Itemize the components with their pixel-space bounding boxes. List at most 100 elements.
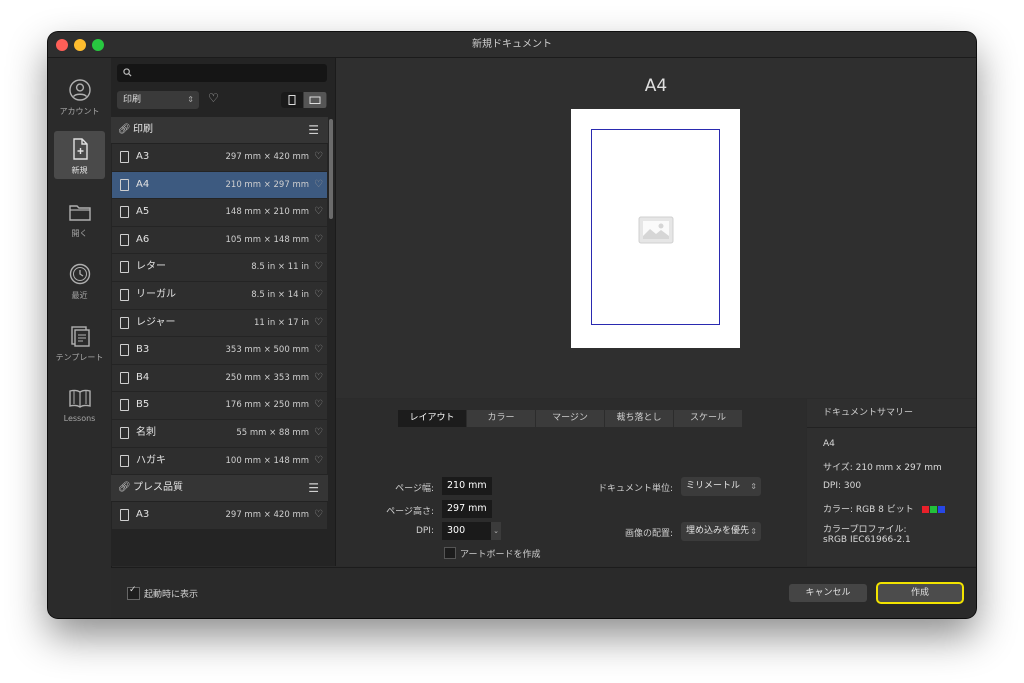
heart-icon[interactable]: ♡: [314, 448, 323, 474]
preset-group-title: プレス品質: [133, 482, 183, 494]
document-preview: A4: [336, 58, 976, 398]
preset-group-header[interactable]: 🔗︎ 印刷 ☰: [111, 117, 328, 144]
preset-row[interactable]: B5 176 mm × 250 mm ♡: [112, 392, 327, 419]
preset-row[interactable]: A5 148 mm × 210 mm ♡: [112, 199, 327, 226]
tab-scale[interactable]: スケール: [674, 410, 743, 427]
lessons-book-icon: [68, 389, 91, 408]
rail-account-label: アカウント: [59, 107, 100, 116]
preset-size: 297 mm × 420 mm: [225, 152, 310, 162]
preset-group-header[interactable]: 🔗︎ プレス品質 ☰: [111, 475, 328, 503]
tab-bleed[interactable]: 裁ち落とし: [605, 410, 674, 427]
preset-size: 8.5 in × 11 in: [251, 262, 309, 273]
heart-icon[interactable]: ♡: [314, 310, 323, 336]
page-width-field[interactable]: 210 mm: [442, 477, 492, 495]
rail-lessons[interactable]: Lessons: [54, 380, 105, 428]
document-icon: [120, 206, 129, 219]
rail-new-label: 新規: [71, 166, 88, 175]
document-icon: [120, 316, 129, 329]
document-unit-select[interactable]: ミリメートル ⇕: [681, 477, 761, 496]
preset-list-scrollbar[interactable]: [329, 119, 333, 219]
preset-name: B4: [136, 371, 150, 383]
preset-row[interactable]: レター 8.5 in × 11 in ♡: [112, 254, 327, 281]
preset-size: 297 mm × 420 mm: [225, 510, 310, 521]
summary-name: A4: [823, 439, 835, 449]
heart-icon[interactable]: ♡: [314, 144, 323, 170]
image-placement-label: 画像の配置:: [624, 529, 673, 539]
dpi-label: DPI:: [415, 526, 434, 536]
green-swatch: [929, 506, 937, 513]
summary-size: サイズ: 210 mm x 297 mm: [823, 463, 942, 473]
heart-icon[interactable]: ♡: [314, 502, 323, 528]
close-window-button[interactable]: [56, 39, 68, 51]
summary-profile-label: カラープロファイル:: [823, 525, 907, 535]
preset-row[interactable]: A6 105 mm × 148 mm ♡: [112, 226, 327, 254]
heart-icon[interactable]: ♡: [314, 392, 323, 418]
account-icon: [68, 79, 91, 101]
group-menu-icon[interactable]: ☰: [308, 117, 319, 143]
category-select[interactable]: 印刷 ⇕: [117, 91, 199, 109]
heart-icon[interactable]: ♡: [314, 199, 323, 225]
show-on-startup-label: 起動時に表示: [144, 590, 199, 600]
preset-name: A5: [136, 206, 150, 218]
preset-row[interactable]: A3 297 mm × 420 mm ♡: [112, 144, 327, 171]
preset-row[interactable]: ハガキ 100 mm × 148 mm ♡: [112, 447, 327, 475]
page-height-field[interactable]: 297 mm: [442, 500, 492, 518]
summary-profile-value: sRGB IEC61966-2.1: [823, 535, 911, 545]
preset-row[interactable]: レジャー 11 in × 17 in ♡: [112, 309, 327, 337]
create-artboard-checkbox[interactable]: [444, 547, 456, 559]
dpi-dropdown-icon[interactable]: ⌄: [491, 522, 501, 540]
folder-icon: [68, 205, 91, 221]
heart-icon[interactable]: ♡: [314, 227, 323, 253]
heart-icon[interactable]: ♡: [314, 254, 323, 280]
preset-name: B5: [136, 399, 150, 411]
rail-recent-label: 最近: [71, 291, 88, 300]
create-button[interactable]: 作成: [876, 582, 964, 604]
image-placement-select[interactable]: 埋め込みを優先 ⇕: [681, 522, 761, 541]
link-icon: 🔗︎: [118, 124, 131, 135]
preset-name: レター: [136, 261, 166, 273]
preset-row[interactable]: B3 353 mm × 500 mm ♡: [112, 337, 327, 364]
document-unit-value: ミリメートル: [686, 481, 741, 491]
heart-icon[interactable]: ♡: [314, 365, 323, 391]
preset-row[interactable]: A3 297 mm × 420 mm ♡: [112, 502, 327, 529]
minimize-window-button[interactable]: [74, 39, 86, 51]
document-summary: ドキュメントサマリー A4 サイズ: 210 mm x 297 mm DPI: …: [807, 399, 976, 566]
preset-name: B3: [136, 344, 150, 356]
blue-swatch: [937, 506, 945, 513]
portrait-orientation-button[interactable]: [281, 92, 303, 108]
favorites-heart-icon[interactable]: ♡: [208, 91, 219, 105]
rail-new[interactable]: 新規: [54, 131, 105, 179]
show-on-startup-checkbox[interactable]: [127, 585, 140, 600]
document-icon: [120, 178, 129, 191]
preset-row[interactable]: B4 250 mm × 353 mm ♡: [112, 364, 327, 392]
heart-icon[interactable]: ♡: [314, 420, 323, 446]
tab-layout[interactable]: レイアウト: [398, 410, 467, 427]
landscape-orientation-button[interactable]: [304, 92, 326, 108]
summary-color-line: カラー: RGB 8 ビット: [823, 502, 945, 515]
preset-size: 100 mm × 148 mm: [225, 455, 310, 466]
rail-account[interactable]: アカウント: [54, 72, 105, 120]
group-menu-icon[interactable]: ☰: [308, 475, 319, 501]
preset-size: 55 mm × 88 mm: [236, 427, 309, 438]
preset-row[interactable]: リーガル 8.5 in × 14 in ♡: [112, 281, 327, 309]
preset-panel: 印刷 ⇕ ♡ 🔗︎ 印刷 ☰ A3 297 mm × 420 mm ♡ A4 210 …: [111, 58, 336, 589]
document-icon: [120, 288, 129, 301]
tab-margin[interactable]: マージン: [536, 410, 605, 427]
create-artboard-label: アートボードを作成: [460, 550, 541, 560]
rail-templates[interactable]: テンプレート: [54, 318, 105, 366]
dpi-field[interactable]: 300 ⌄: [442, 522, 501, 540]
rail-recent[interactable]: 最近: [54, 256, 105, 304]
preset-search-input[interactable]: [117, 64, 327, 82]
tab-color[interactable]: カラー: [467, 410, 536, 427]
preset-row[interactable]: 名刺 55 mm × 88 mm ♡: [112, 419, 327, 447]
maximize-window-button[interactable]: [92, 39, 104, 51]
preset-name: A3: [136, 509, 150, 521]
cancel-button[interactable]: キャンセル: [789, 584, 867, 602]
heart-icon[interactable]: ♡: [314, 282, 323, 308]
heart-icon[interactable]: ♡: [314, 172, 323, 198]
preset-row-selected[interactable]: A4 210 mm × 297 mm ♡: [112, 171, 327, 199]
rail-open[interactable]: 開く: [54, 194, 105, 242]
preset-name: レジャー: [136, 316, 176, 328]
preset-size: 148 mm × 210 mm: [225, 207, 310, 218]
heart-icon[interactable]: ♡: [314, 337, 323, 363]
